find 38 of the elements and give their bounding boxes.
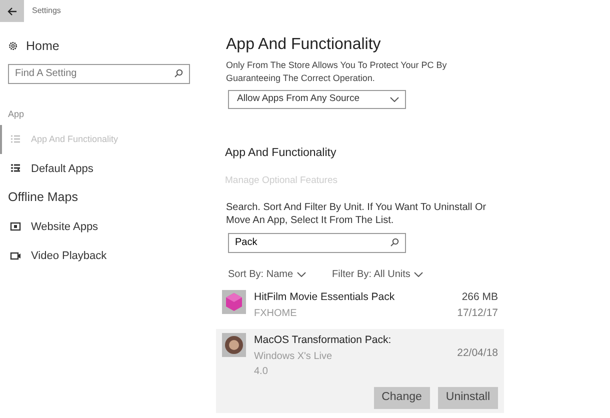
home-link[interactable]: Home	[26, 37, 60, 56]
section-heading: App And Functionality	[225, 146, 338, 161]
action-button[interactable]: Uninstall	[438, 387, 498, 409]
app-publisher: Windows X's Live	[254, 350, 334, 364]
nav-item[interactable]: Video Playback	[8, 241, 202, 270]
app-icon	[222, 290, 246, 314]
nav-item[interactable]: Website Apps	[8, 212, 202, 242]
nav-item[interactable]: Default Apps	[8, 154, 202, 184]
app-search-field[interactable]: Pack	[228, 232, 406, 253]
filter-dropdown[interactable]: Filter By: All Units	[332, 266, 424, 282]
section-label: App	[8, 108, 26, 121]
search-icon	[390, 238, 399, 247]
app-list-item[interactable]: MacOS Transformation Pack: Windows X's Live 4.0 22/04/18 Change Uninstall	[216, 329, 504, 413]
back-arrow-icon	[7, 6, 17, 16]
back-button[interactable]	[0, 0, 24, 22]
gear-icon	[8, 41, 18, 52]
description-text: Only From The Store Allows You To Protect Your PC By Guaranteeing The Correct Operation.	[226, 59, 448, 85]
section-heading: App And Functionality	[226, 35, 382, 55]
sort-dropdown[interactable]: Sort By: Name	[228, 266, 306, 282]
search-field[interactable]: Find A Setting	[8, 64, 190, 84]
instructions-text: Search. Sort And Filter By Unit. If You Want To Uninstall Or Move An App, Select It From The List.	[226, 200, 488, 227]
app-name: MacOS Transformation Pack:	[254, 333, 392, 348]
app-size: 266 MB	[460, 290, 498, 305]
app-date: 17/12/17	[457, 306, 498, 320]
chevron-down-icon	[390, 97, 399, 102]
app-publisher: FXHOME	[254, 306, 298, 320]
app-icon	[222, 333, 246, 358]
action-button[interactable]: Change	[374, 387, 430, 409]
chevron-down-icon	[297, 272, 306, 277]
app-date: 22/04/18	[457, 346, 498, 362]
source-dropdown[interactable]: Allow Apps From Any Source	[228, 90, 406, 109]
window-title: Settings	[32, 5, 61, 17]
app-version: 4.0	[254, 365, 269, 379]
app-list-item[interactable]: HitFilm Movie Essentials Pack FXHOME 266 MB 17/12/17	[216, 286, 504, 326]
search-icon	[174, 68, 183, 78]
app-name: HitFilm Movie Essentials Pack	[254, 290, 395, 305]
nav-item[interactable]: Offline Maps	[8, 183, 202, 212]
chevron-down-icon	[414, 272, 424, 277]
